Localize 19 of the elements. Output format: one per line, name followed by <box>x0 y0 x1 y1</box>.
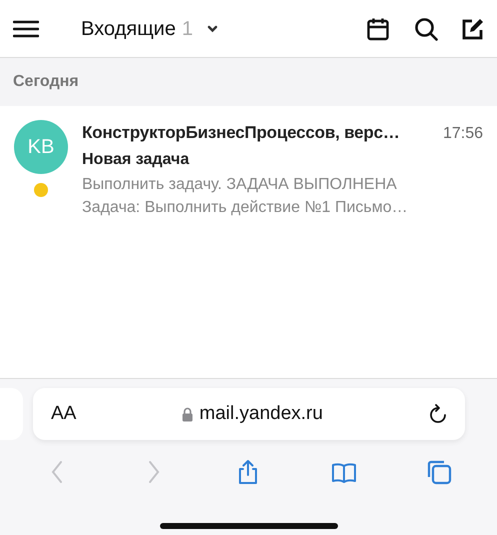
address-bar[interactable]: AA mail.yandex.ru <box>33 388 465 440</box>
tabs-icon[interactable] <box>425 458 454 486</box>
search-icon[interactable] <box>414 16 438 40</box>
text-size-button[interactable]: AA <box>51 400 76 428</box>
sender-name: КонструкторБизнесПроцессов, верс… <box>82 122 401 144</box>
reload-icon[interactable] <box>429 404 447 424</box>
url-text: mail.yandex.ru <box>199 402 323 426</box>
calendar-icon[interactable] <box>366 16 390 40</box>
unread-count: 1 <box>182 16 193 42</box>
compose-icon[interactable] <box>462 18 484 40</box>
message-preview: Выполнить задачу. ЗАДАЧА ВЫПОЛНЕНА Задача: Выполнить действие №1 Письмо… <box>82 175 409 218</box>
section-title: Сегодня <box>13 72 79 92</box>
chevron-down-icon[interactable] <box>206 24 218 32</box>
avatar: KB <box>14 120 68 174</box>
folder-title[interactable]: Входящие <box>81 14 176 44</box>
menu-icon[interactable] <box>13 20 39 38</box>
message-subject: Новая задача <box>82 150 190 170</box>
message-time: 17:56 <box>442 124 483 144</box>
lock-icon <box>182 406 194 422</box>
